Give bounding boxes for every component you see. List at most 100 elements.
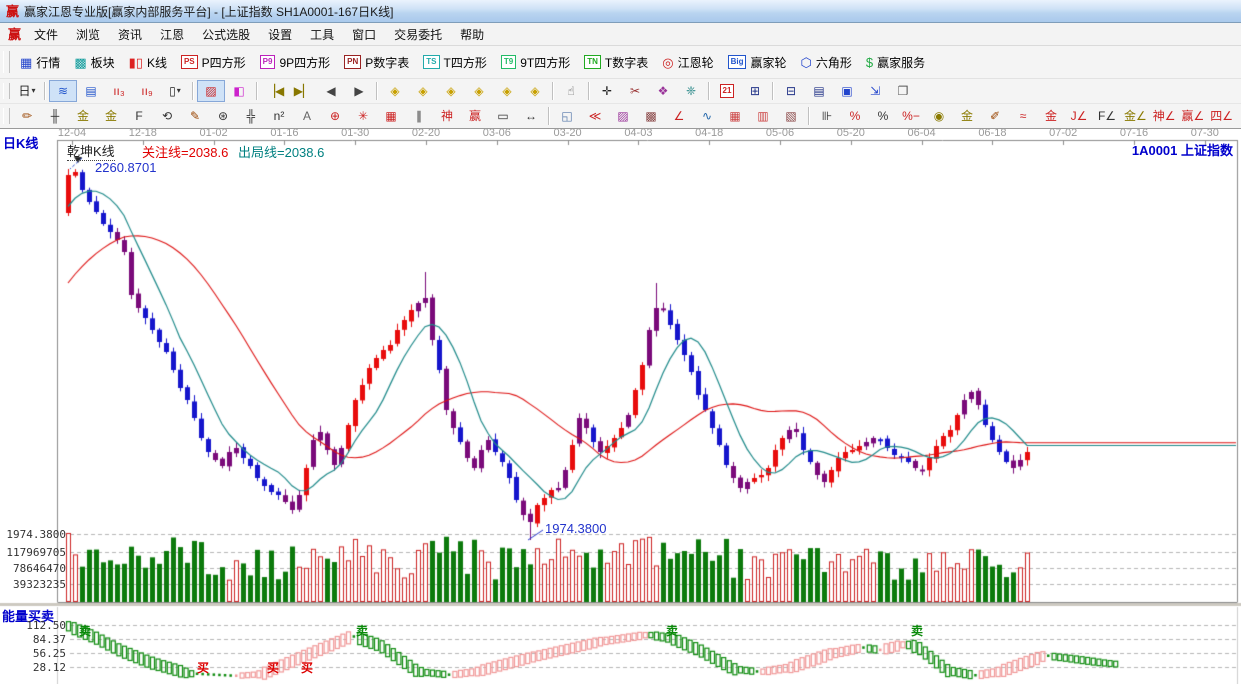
toolbar-button-tool-gold-circle[interactable]: ◉: [925, 105, 953, 127]
toolbar-button-tool-brush[interactable]: ✐: [981, 105, 1009, 127]
toolbar-button-tool-percent[interactable]: %: [869, 105, 897, 127]
toolbar-button-tool-cycle-circle[interactable]: ⊛: [209, 105, 237, 127]
toolbar-button-trend-fill[interactable]: ▨: [197, 80, 225, 102]
toolbar-button-minor-cycle-3[interactable]: ıı₃: [105, 80, 133, 102]
toolbar-button-tool-gann-box-fill[interactable]: ▩: [637, 105, 665, 127]
toolbar-button-tool-wave-band[interactable]: ≈: [1009, 105, 1037, 127]
toolbar-button-compress-view[interactable]: ◈: [493, 80, 521, 102]
toolbar-button-tool-target[interactable]: ⊕: [321, 105, 349, 127]
toolbar-button-info-panel[interactable]: ▤: [77, 80, 105, 102]
toolbar-button-tool-grid[interactable]: ╬: [237, 105, 265, 127]
toolbar-button-quotes[interactable]: ▦行情: [13, 52, 67, 73]
toolbar-button-save[interactable]: ▣: [833, 80, 861, 102]
kline-style-label[interactable]: 乾坤K线: [67, 141, 115, 161]
toolbar-button-flower-teal-tool[interactable]: ❈: [677, 80, 705, 102]
toolbar-button-tool-f-angle[interactable]: F∠: [1093, 105, 1121, 127]
toolbar-button-tool-ray-fan[interactable]: ≪: [581, 105, 609, 127]
toolbar-button-volume-profile[interactable]: ◧: [225, 80, 253, 102]
toolbar-button-tool-gold-angle[interactable]: 金∠: [1121, 105, 1150, 127]
toolbar-button-tool-percent-line[interactable]: %−: [897, 105, 925, 127]
toolbar-button-zigzag-pattern[interactable]: ≋: [49, 80, 77, 102]
toolbar-button-tool-spiral[interactable]: ⟲: [153, 105, 181, 127]
toolbar-button-9t-square[interactable]: T99T四方形: [494, 52, 577, 73]
toolbar-button-tool-gann-box[interactable]: ▨: [609, 105, 637, 127]
toolbar-button-tool-ying-angle[interactable]: 赢∠: [1179, 105, 1208, 127]
menu-item-6[interactable]: 工具: [301, 26, 343, 44]
menu-item-3[interactable]: 江恩: [151, 26, 193, 44]
menu-item-5[interactable]: 设置: [259, 26, 301, 44]
toolbar-button-tool-ruler[interactable]: ▭: [489, 105, 517, 127]
toolbar-button-tool-shen[interactable]: 神: [433, 105, 461, 127]
menu-item-0[interactable]: 文件: [25, 26, 67, 44]
toolbar-button-kline[interactable]: ▮▯K线: [122, 52, 174, 73]
toolbar-button-tool-grid-red[interactable]: ▦: [721, 105, 749, 127]
menu-item-9[interactable]: 帮助: [451, 26, 493, 44]
toolbar-button-notepad[interactable]: ▤: [805, 80, 833, 102]
toolbar-grip[interactable]: [3, 83, 10, 100]
toolbar-grip[interactable]: [3, 51, 10, 73]
toolbar-button-tool-gold-line[interactable]: 金: [953, 105, 981, 127]
toolbar-button-tool-n-square[interactable]: n²: [265, 105, 293, 127]
toolbar-button-tool-star[interactable]: ✳: [349, 105, 377, 127]
toolbar-button-hand-tool[interactable]: ☝: [557, 80, 585, 102]
toolbar-button-tool-fibo[interactable]: F: [125, 105, 153, 127]
toolbar-button-first-page[interactable]: ▕◀: [261, 80, 289, 102]
toolbar-button-calculator[interactable]: ⊞: [741, 80, 769, 102]
menu-item-7[interactable]: 窗口: [343, 26, 385, 44]
toolbar-button-winner-service[interactable]: $赢家服务: [859, 52, 932, 73]
toolbar-button-tool-gold-section-2[interactable]: 金: [97, 105, 125, 127]
toolbar-button-print-setup[interactable]: ❐: [889, 80, 917, 102]
toolbar-button-hexagon[interactable]: ⬡六角形: [793, 52, 858, 73]
toolbar-button-gann-wheel[interactable]: ◎江恩轮: [655, 52, 720, 73]
toolbar-button-period-day-dropdown[interactable]: 日▾: [13, 80, 41, 102]
toolbar-button-tool-four-angle[interactable]: 四∠: [1207, 105, 1236, 127]
toolbar-button-export[interactable]: ⇲: [861, 80, 889, 102]
toolbar-button-tool-shen-angle[interactable]: 神∠: [1150, 105, 1179, 127]
toolbar-button-tool-angle-mirror[interactable]: A: [293, 105, 321, 127]
toolbar-button-calendar[interactable]: 21: [713, 80, 741, 102]
toolbar-button-prev-page[interactable]: ◀: [317, 80, 345, 102]
toolbar-button-tool-pencil[interactable]: ✏: [13, 105, 41, 127]
toolbar-button-tool-grid-red-2[interactable]: ▥: [749, 105, 777, 127]
toolbar-button-tool-web[interactable]: ▦: [377, 105, 405, 127]
toolbar-button-pan-left-diamond[interactable]: ◈: [381, 80, 409, 102]
toolbar-button-tool-pen[interactable]: ✎: [181, 105, 209, 127]
toolbar-button-tool-gann-fence[interactable]: ╫: [41, 105, 69, 127]
toolbar-button-zoom-out-horizontal[interactable]: ◈: [437, 80, 465, 102]
toolbar-button-tool-percent-scale[interactable]: ⊪: [813, 105, 841, 127]
toolbar-button-tool-ying[interactable]: 赢: [461, 105, 489, 127]
toolbar-button-tool-measure-width[interactable]: ↔: [517, 105, 545, 127]
toolbar-button-pan-right-diamond[interactable]: ◈: [409, 80, 437, 102]
toolbar-button-sectors[interactable]: ▩板块: [67, 52, 121, 73]
toolbar-button-next-page[interactable]: ▶: [345, 80, 373, 102]
toolbar-button-data-calculator[interactable]: ⊟: [777, 80, 805, 102]
toolbar-button-tool-hatch[interactable]: ▧: [777, 105, 805, 127]
menu-item-4[interactable]: 公式选股: [193, 26, 259, 44]
toolbar-button-tool-gold-red[interactable]: 金: [1037, 105, 1065, 127]
menu-item-2[interactable]: 资讯: [109, 26, 151, 44]
toolbar-button-expand-view[interactable]: ◈: [521, 80, 549, 102]
toolbar-button-zoom-in-horizontal[interactable]: ◈: [465, 80, 493, 102]
menu-item-1[interactable]: 浏览: [67, 26, 109, 44]
toolbar-button-tool-gold-section-1[interactable]: 金: [69, 105, 97, 127]
toolbar-button-p-square[interactable]: PSP四方形: [174, 52, 253, 73]
kline-chart-canvas[interactable]: [0, 126, 1241, 684]
toolbar-button-erase-tool[interactable]: ✂: [621, 80, 649, 102]
toolbar-button-t-table[interactable]: TNT数字表: [577, 52, 655, 73]
toolbar-button-crosshair-tool[interactable]: ✛: [593, 80, 621, 102]
toolbar-button-flower-purple-tool[interactable]: ❖: [649, 80, 677, 102]
toolbar-button-p-table[interactable]: PNP数字表: [337, 52, 416, 73]
toolbar-button-tool-trend-angle[interactable]: ∠: [665, 105, 693, 127]
toolbar-button-tool-split[interactable]: ∥: [405, 105, 433, 127]
toolbar-button-tool-j-angle[interactable]: J∠: [1065, 105, 1093, 127]
toolbar-button-tool-percent-retrace[interactable]: %: [841, 105, 869, 127]
toolbar-button-minor-cycle-9[interactable]: ıı₉: [133, 80, 161, 102]
toolbar-button-candle-style-dropdown[interactable]: ▯▾: [161, 80, 189, 102]
toolbar-button-last-page[interactable]: ▶▏: [289, 80, 317, 102]
menu-item-8[interactable]: 交易委托: [385, 26, 451, 44]
toolbar-button-winner-wheel[interactable]: Big赢家轮: [721, 52, 794, 73]
toolbar-button-t-square[interactable]: TST四方形: [416, 52, 494, 73]
toolbar-button-tool-wave[interactable]: ∿: [693, 105, 721, 127]
toolbar-button-tool-box-region[interactable]: ◱: [553, 105, 581, 127]
toolbar-button-9p-square[interactable]: P99P四方形: [253, 52, 337, 73]
